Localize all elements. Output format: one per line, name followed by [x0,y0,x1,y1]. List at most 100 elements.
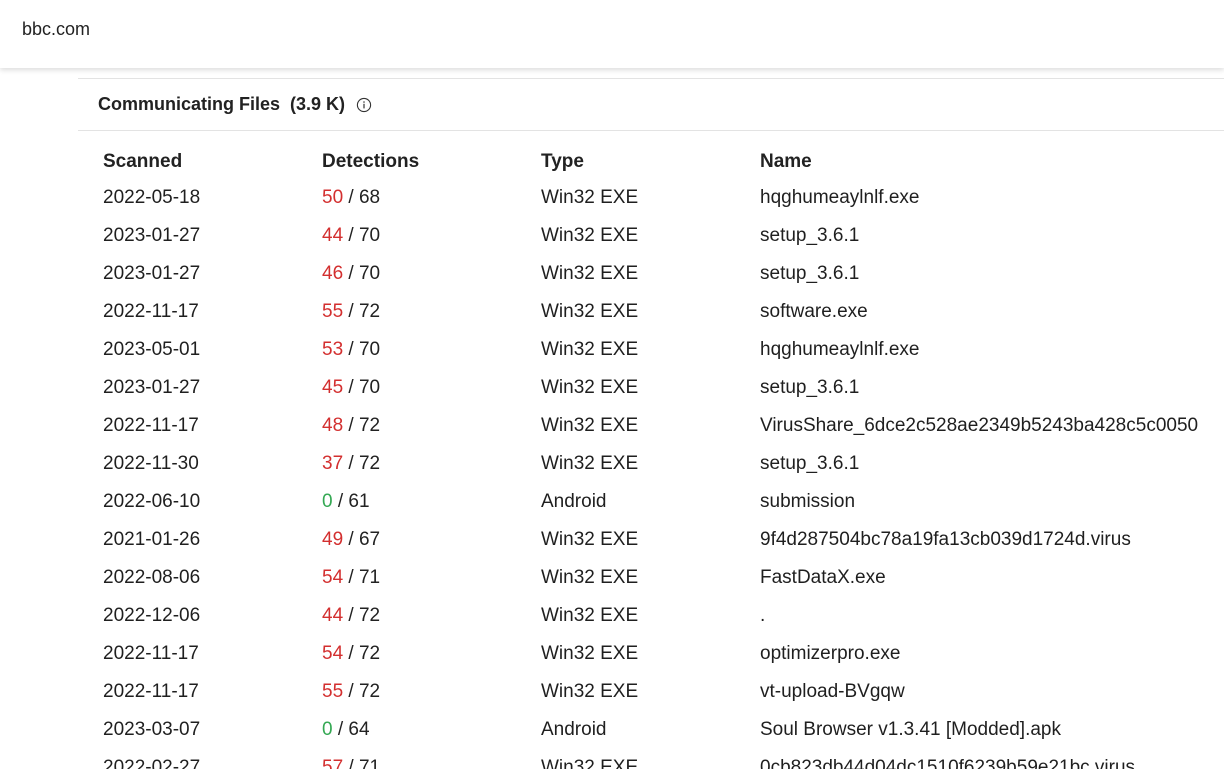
table-row[interactable]: 2023-05-01 53 / 70 Win32 EXE hqghumeaylnlf.… [103,331,1224,369]
file-name-link[interactable]: submission [760,491,1224,513]
file-type: Win32 EXE [541,453,639,474]
detections-count: 49 [322,529,344,550]
table-row[interactable]: 2022-11-17 55 / 72 Win32 EXE software.exe [103,293,1224,331]
scanned-date: 2022-11-17 [103,643,199,664]
detections-total: / 72 [348,681,381,702]
detections-cell: 48 / 72 [322,415,541,437]
file-name-link[interactable]: hqghumeaylnlf.exe [760,187,1224,209]
scanned-date: 2022-06-10 [103,491,201,512]
file-name-link[interactable]: 0cb823db44d04dc1510f6239b59e21bc.virus [760,757,1224,769]
table-row[interactable]: 2021-01-26 49 / 67 Win32 EXE 9f4d287504bc78… [103,521,1224,559]
scanned-date: 2022-05-18 [103,187,201,208]
file-name-link[interactable]: software.exe [760,301,1224,323]
table-row[interactable]: 2022-05-18 50 / 68 Win32 EXE hqghumeaylnlf.… [103,179,1224,217]
file-name-link[interactable]: optimizerpro.exe [760,643,1224,665]
file-name-link[interactable]: 9f4d287504bc78a19fa13cb039d1724d.virus [760,529,1224,551]
detections-total: / 68 [348,187,381,208]
file-name-link[interactable]: VirusShare_6dce2c528ae2349b5243ba428c5c0… [760,415,1224,437]
scanned-date: 2022-11-17 [103,301,199,322]
table-row[interactable]: 2023-01-27 44 / 70 Win32 EXE setup_3.6.1 [103,217,1224,255]
scanned-date: 2022-08-06 [103,567,201,588]
panel-title: Communicating Files [98,94,281,114]
file-type: Win32 EXE [541,681,639,702]
table-row[interactable]: 2022-11-30 37 / 72 Win32 EXE setup_3.6.1 [103,445,1224,483]
table-row[interactable]: 2023-03-07 0 / 64 Android Soul Browser v1.3… [103,711,1224,749]
detections-count: 57 [322,757,344,769]
detections-cell: 0 / 64 [322,719,541,741]
panel-count: (3.9 K) [290,94,346,114]
table-row[interactable]: 2022-11-17 55 / 72 Win32 EXE vt-upload-BVgq… [103,673,1224,711]
file-type: Win32 EXE [541,187,639,208]
file-name-link[interactable]: setup_3.6.1 [760,263,1224,285]
table-row[interactable]: 2022-06-10 0 / 61 Android submission [103,483,1224,521]
files-table: Scanned Detections Type Name 2022-05-18 5… [103,145,1224,769]
table-row[interactable]: 2022-02-27 57 / 71 Win32 EXE 0cb823db44d04d… [103,749,1224,769]
communicating-files-panel: Communicating Files (3.9 K) Scanned Dete… [78,78,1224,769]
file-type: Win32 EXE [541,643,639,664]
scanned-date: 2023-01-27 [103,263,201,284]
detections-cell: 54 / 71 [322,567,541,589]
info-circle-icon[interactable] [356,97,372,113]
detections-count: 37 [322,453,344,474]
detections-total: / 70 [348,377,381,398]
scanned-date: 2021-01-26 [103,529,201,550]
scanned-date: 2023-01-27 [103,225,201,246]
detections-cell: 54 / 72 [322,643,541,665]
detections-cell: 45 / 70 [322,377,541,399]
detections-cell: 37 / 72 [322,453,541,475]
file-name-link[interactable]: Soul Browser v1.3.41 [Modded].apk [760,719,1224,741]
table-row[interactable]: 2022-11-17 54 / 72 Win32 EXE optimizerpro.e… [103,635,1224,673]
scanned-date: 2023-05-01 [103,339,201,360]
table-row[interactable]: 2022-12-06 44 / 72 Win32 EXE. [103,597,1224,635]
column-header-name[interactable]: Name [760,151,1224,173]
scanned-date: 2022-11-30 [103,453,199,474]
detections-total: / 72 [348,643,381,664]
file-type: Win32 EXE [541,339,639,360]
detections-total: / 70 [348,225,381,246]
file-name-link[interactable]: setup_3.6.1 [760,453,1224,475]
detections-count: 48 [322,415,344,436]
file-name-link[interactable]: setup_3.6.1 [760,225,1224,247]
column-header-detections[interactable]: Detections [322,151,541,173]
file-type: Android [541,491,607,512]
file-type: Win32 EXE [541,301,639,322]
scanned-date: 2022-11-17 [103,681,199,702]
detections-count: 55 [322,681,344,702]
detections-cell: 53 / 70 [322,339,541,361]
file-type: Win32 EXE [541,529,639,550]
file-name-link[interactable]: vt-upload-BVgqw [760,681,1224,703]
detections-total: / 72 [348,415,381,436]
file-name-link[interactable]: FastDataX.exe [760,567,1224,589]
detections-cell: 46 / 70 [322,263,541,285]
scanned-date: 2022-12-06 [103,605,201,626]
scanned-date: 2022-02-27 [103,757,201,769]
detections-cell: 55 / 72 [322,681,541,703]
column-header-scanned[interactable]: Scanned [103,151,322,173]
table-row[interactable]: 2023-01-27 45 / 70 Win32 EXE setup_3.6.1 [103,369,1224,407]
detections-count: 54 [322,643,344,664]
detections-cell: 57 / 71 [322,757,541,769]
detections-total: / 72 [348,453,381,474]
detections-count: 54 [322,567,344,588]
detections-cell: 44 / 72 [322,605,541,627]
scanned-date: 2022-11-17 [103,415,199,436]
detections-cell: 50 / 68 [322,187,541,209]
detections-total: / 72 [348,605,381,626]
file-type: Win32 EXE [541,225,639,246]
detections-cell: 49 / 67 [322,529,541,551]
file-name-link[interactable]: . [760,605,1224,627]
table-header: Scanned Detections Type Name [103,145,1224,179]
table-row[interactable]: 2022-11-17 48 / 72 Win32 EXE VirusShare_6dc… [103,407,1224,445]
table-row[interactable]: 2022-08-06 54 / 71 Win32 EXE FastDataX.exe [103,559,1224,597]
column-header-type[interactable]: Type [541,151,760,173]
file-type: Win32 EXE [541,377,639,398]
scanned-date: 2023-01-27 [103,377,201,398]
table-row[interactable]: 2023-01-27 46 / 70 Win32 EXE setup_3.6.1 [103,255,1224,293]
detections-count: 50 [322,187,344,208]
detections-count: 0 [322,719,333,740]
file-name-link[interactable]: hqghumeaylnlf.exe [760,339,1224,361]
detections-count: 0 [322,491,333,512]
file-name-link[interactable]: setup_3.6.1 [760,377,1224,399]
domain-label: bbc.com [22,19,91,39]
scanned-date: 2023-03-07 [103,719,201,740]
